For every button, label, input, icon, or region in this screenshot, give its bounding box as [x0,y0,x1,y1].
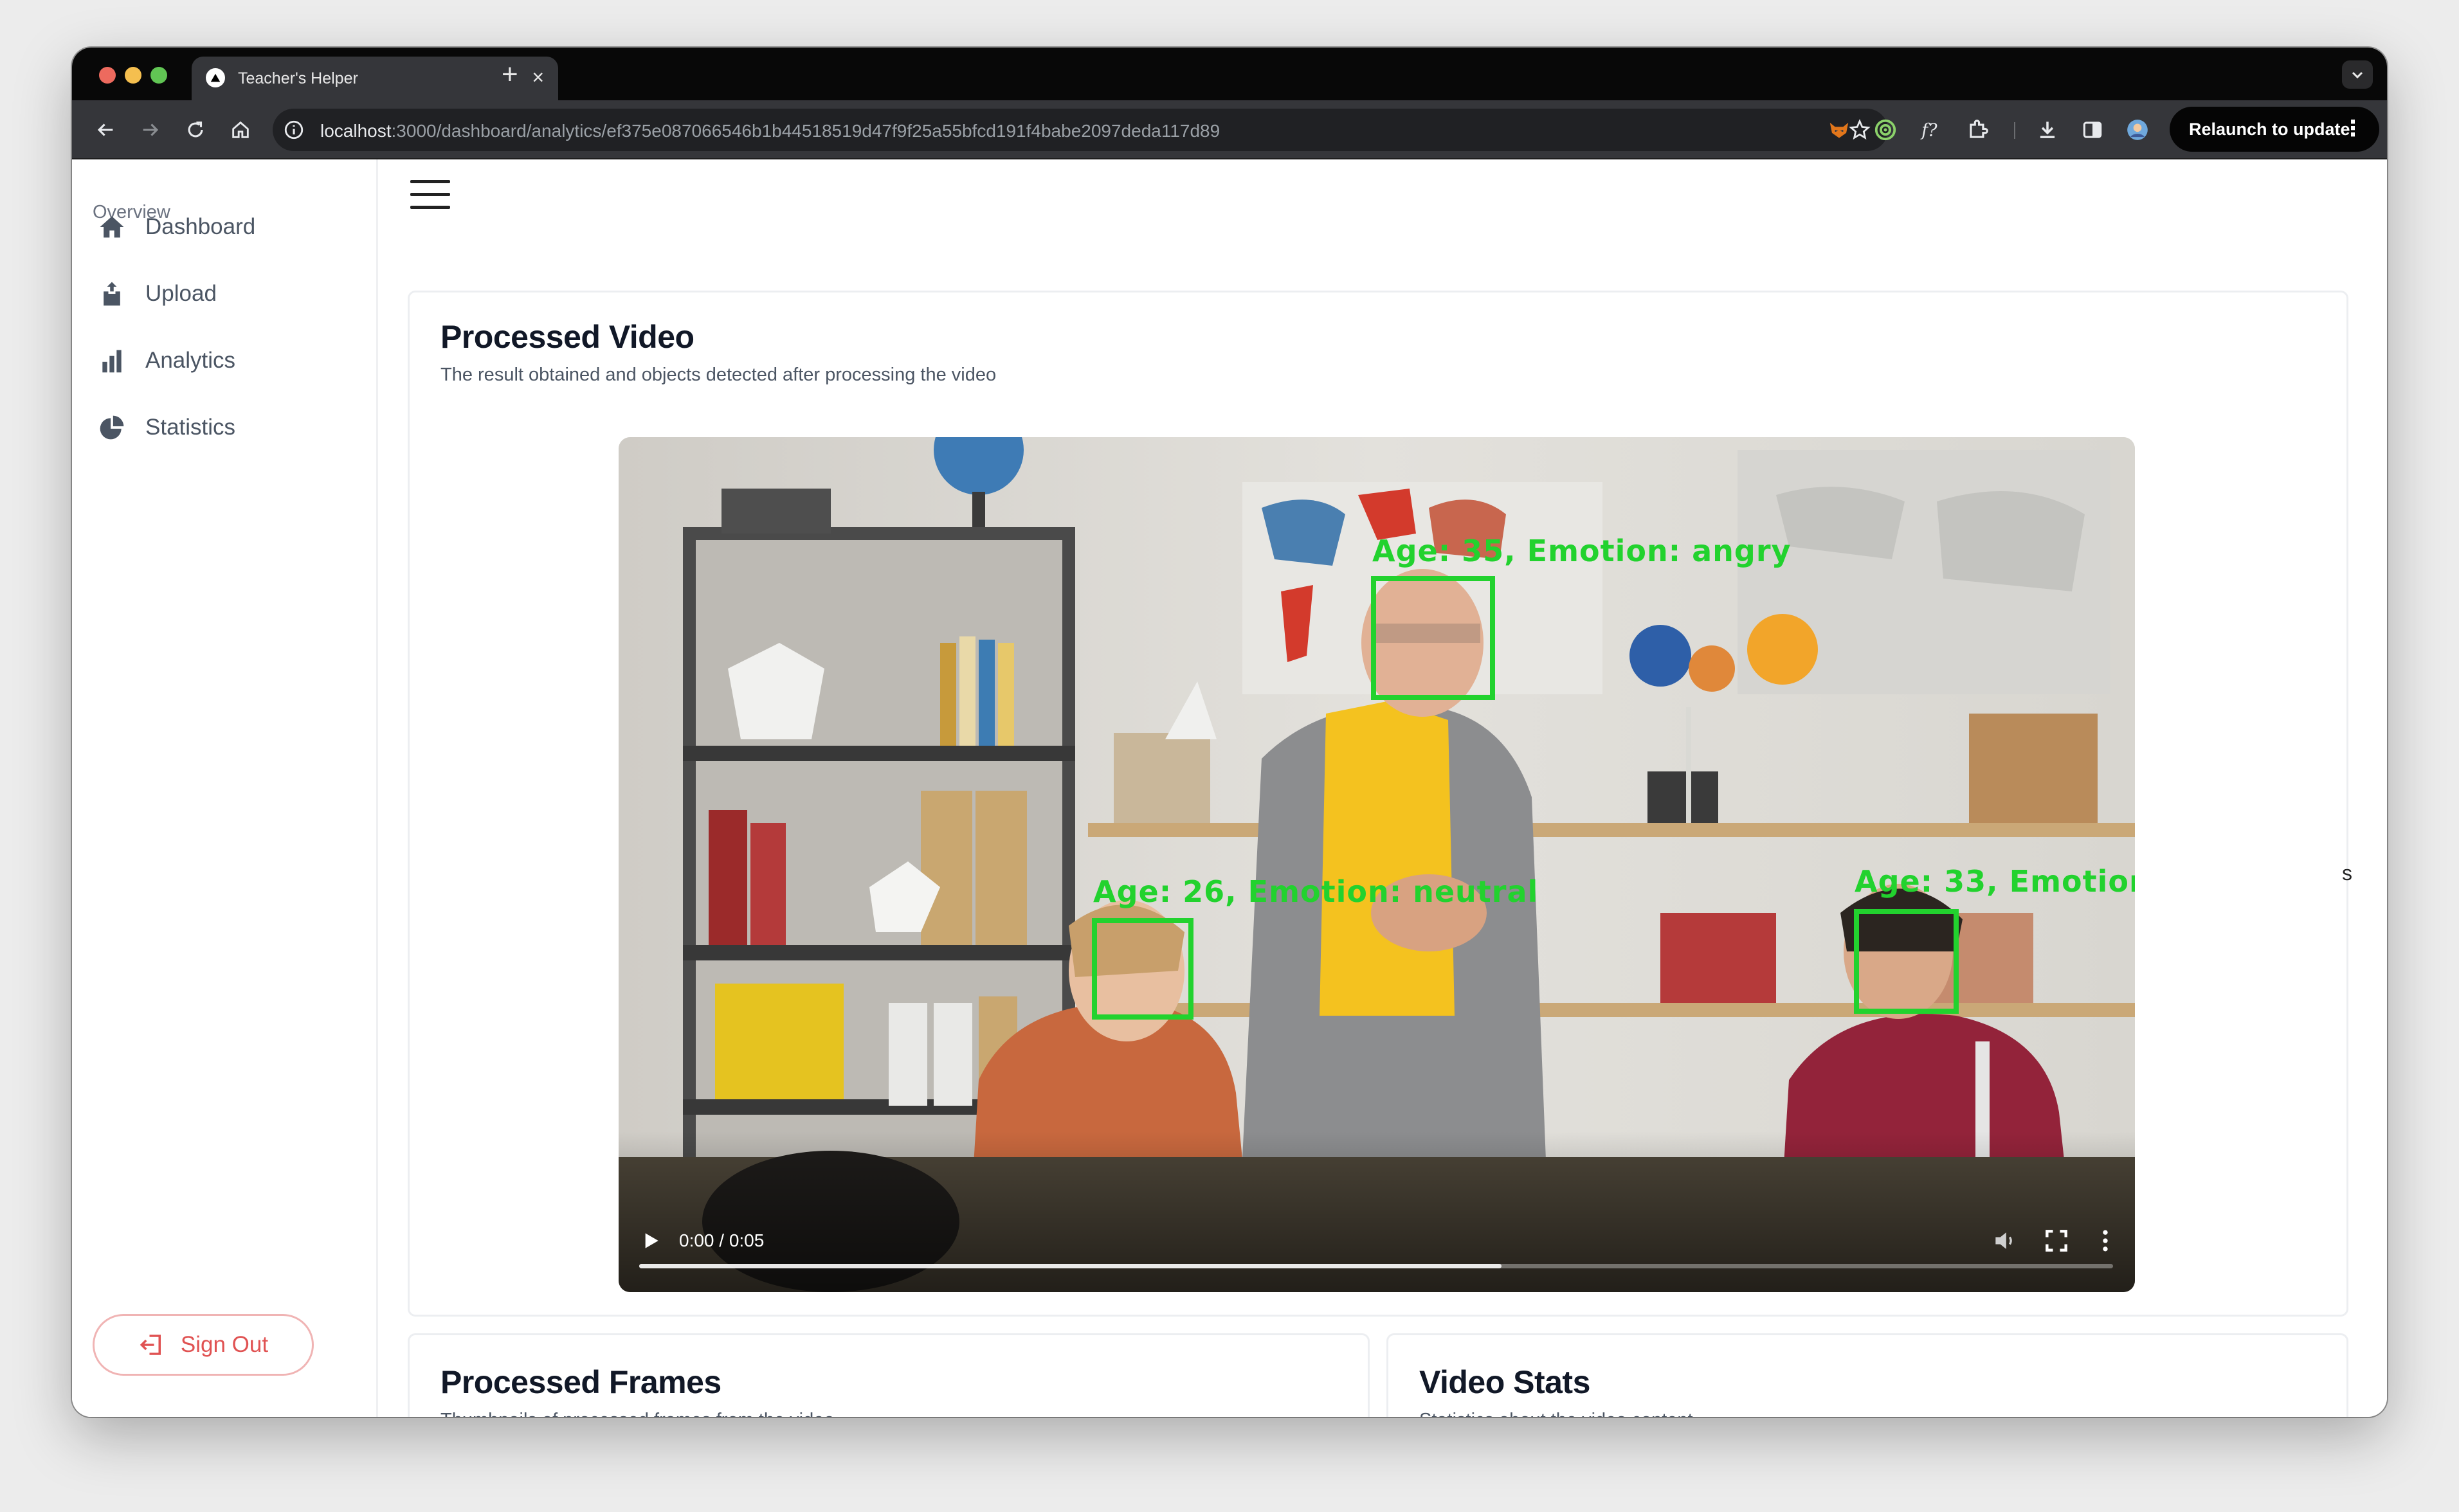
card-title: Video Stats [1419,1364,1590,1400]
video-stats-card: Video Stats Statistics about the video c… [1386,1333,2348,1417]
tab-strip: Teacher's Helper × + [72,48,2387,100]
play-icon[interactable] [638,1228,664,1254]
video-time: 0:00 / 0:05 [679,1230,765,1250]
toolbar-divider [2014,122,2015,139]
download-icon[interactable] [2035,117,2060,143]
sidebar-item-label: Statistics [145,415,236,440]
profile-avatar-icon[interactable] [2125,117,2150,143]
reload-icon[interactable] [181,116,210,144]
sidebar-item-label: Upload [145,281,217,306]
formula-extension-icon[interactable]: f? [1919,117,1945,143]
url-text: localhost:3000/dashboard/analytics/ef375… [320,121,1220,141]
detection-label: Age: 35, Emotion: angry [1372,534,1792,568]
svg-text:f?: f? [1920,121,1937,141]
home-icon[interactable] [226,116,255,144]
chevron-down-icon[interactable] [2342,60,2373,89]
pie-chart-icon [100,415,124,440]
sidebar-item-statistics[interactable]: Statistics [98,405,355,450]
card-description: Statistics about the video content. [1419,1410,1698,1417]
processed-frames-card: Processed Frames Thumbnails of processed… [408,1333,1370,1417]
fullscreen-icon[interactable] [2042,1227,2071,1255]
target-extension-icon[interactable] [1873,117,1898,143]
address-bar[interactable]: localhost:3000/dashboard/analytics/ef375… [273,109,1888,151]
video-more-options-icon[interactable] [2091,1227,2119,1255]
close-window-button[interactable] [99,67,116,84]
browser-toolbar: localhost:3000/dashboard/analytics/ef375… [72,100,2387,159]
video-player[interactable]: Age: 35, Emotion: angry Age: 26, Emotion… [619,437,2135,1292]
minimize-window-button[interactable] [125,67,141,84]
puzzle-extensions-icon[interactable] [1965,117,1991,143]
triangle-logo-icon [206,68,225,87]
sidebar-item-upload[interactable]: Upload [98,271,355,316]
site-info-icon[interactable] [282,118,306,142]
relaunch-to-update-button[interactable]: Relaunch to update ⋮ [2170,107,2379,152]
detection-label: Age: 33, Emotion: f [1855,864,2135,899]
url-host: localhost [320,121,392,141]
new-tab-button[interactable]: + [502,55,518,94]
bar-chart-icon [102,350,122,373]
side-panel-icon[interactable] [2080,117,2105,143]
page-content: Overview Dashboard Upload Analytics Stat… [72,159,2387,1417]
forward-arrow-icon[interactable] [136,116,165,144]
fox-extension-icon[interactable] [1826,117,1852,143]
volume-icon[interactable] [1991,1227,2019,1255]
more-options-icon[interactable]: ⋮ [2342,117,2364,140]
url-path: :3000/dashboard/analytics/ef375e08706654… [391,121,1220,141]
hamburger-menu-icon[interactable] [410,180,450,210]
clipped-text: s [2342,861,2352,885]
card-description: Thumbnails of processed frames from the … [440,1410,840,1417]
sidebar-item-label: Dashboard [145,214,256,239]
relaunch-label: Relaunch to update [2189,119,2350,139]
sidebar: Overview Dashboard Upload Analytics Stat… [72,159,378,1417]
video-buffered-fill [639,1264,1502,1268]
upload-icon [104,282,120,306]
sign-out-button[interactable]: Sign Out [93,1314,314,1376]
sign-out-icon [140,1335,161,1355]
close-tab-icon[interactable]: × [532,66,544,89]
back-arrow-icon[interactable] [91,116,120,144]
sidebar-item-label: Analytics [145,348,236,373]
card-description: The result obtained and objects detected… [440,364,997,385]
sign-out-label: Sign Out [180,1332,269,1357]
home-icon [100,216,124,238]
tab-title: Teacher's Helper [238,69,358,87]
card-title: Processed Video [440,319,694,355]
card-title: Processed Frames [440,1364,721,1400]
detection-label: Age: 26, Emotion: neutral [1093,874,1539,909]
sidebar-item-dashboard[interactable]: Dashboard [98,204,355,249]
video-progress-bar[interactable] [639,1264,2113,1268]
sidebar-item-analytics[interactable]: Analytics [98,338,355,383]
maximize-window-button[interactable] [150,67,167,84]
browser-window: Teacher's Helper × + localhost:3000/dash… [72,48,2387,1417]
